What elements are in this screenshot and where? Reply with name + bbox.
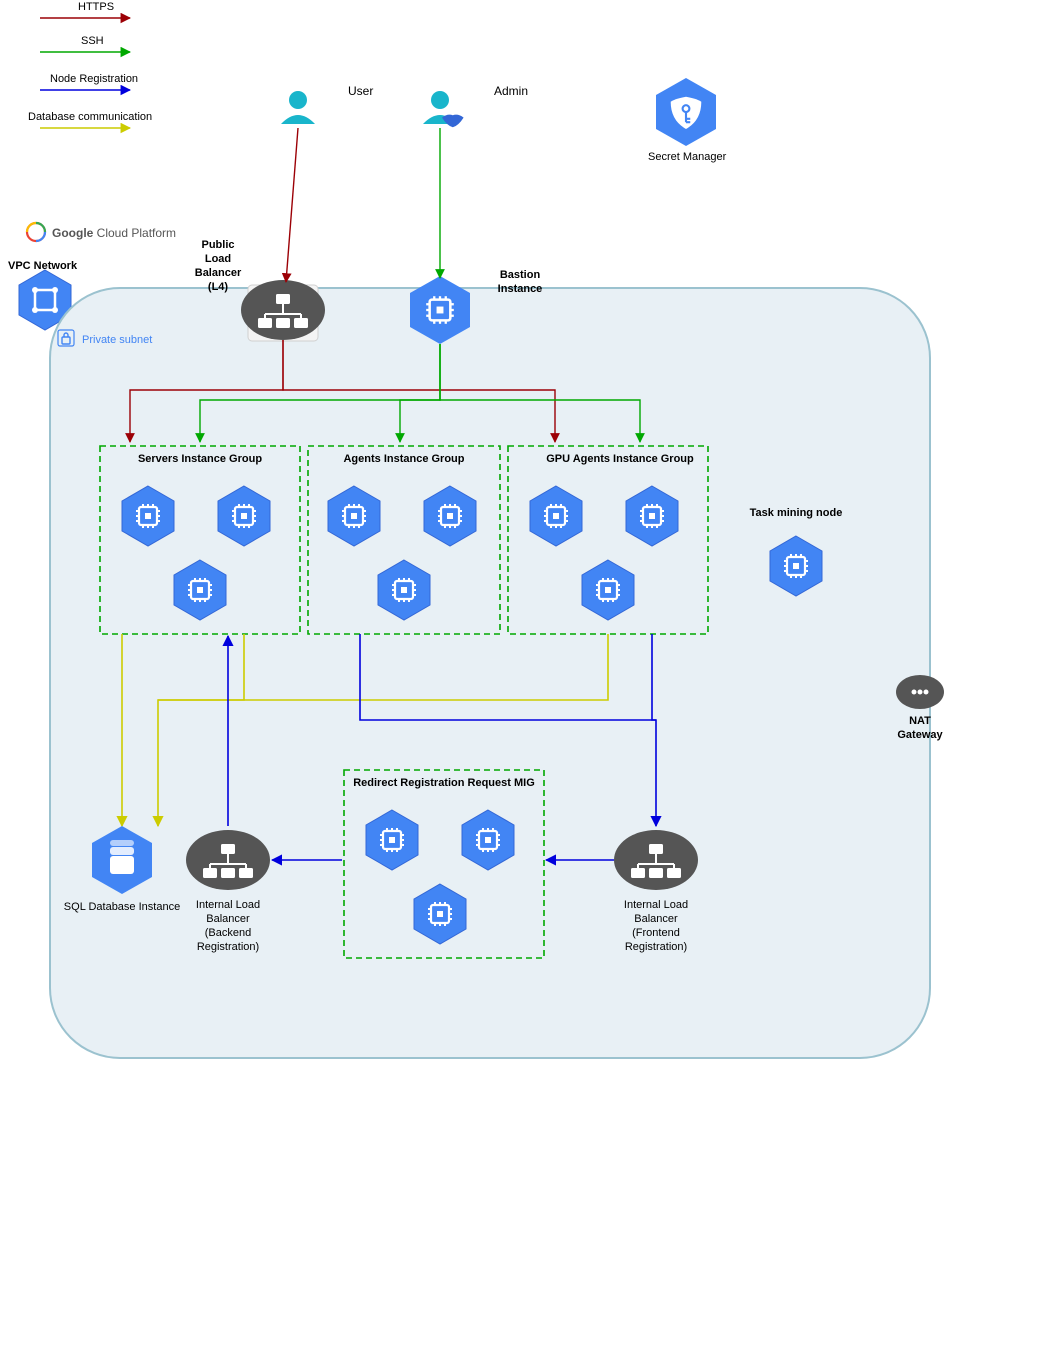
ilb-back-l1: Internal Load <box>196 899 260 911</box>
bastion-l1: Bastion <box>500 269 541 281</box>
architecture-diagram: HTTPS SSH Node Registration Database com… <box>0 0 1057 1372</box>
ilb-back-l2: Balancer <box>206 913 250 925</box>
ilb-front-l2: Balancer <box>634 913 678 925</box>
public-lb-icon <box>241 280 325 340</box>
agents-group-label: Agents Instance Group <box>343 453 464 465</box>
secret-manager-icon <box>656 78 716 146</box>
ilb-back-l4: Registration) <box>197 941 259 953</box>
public-lb-l1: Public <box>201 239 234 251</box>
legend-node-reg: Node Registration <box>50 73 138 85</box>
gcp-brand: Google Cloud Platform <box>52 226 176 240</box>
ilb-front-l3: (Frontend <box>632 927 680 939</box>
edge-user-lb <box>286 128 298 282</box>
redirect-mig-label: Redirect Registration Request MIG <box>353 777 535 789</box>
ilb-front-l4: Registration) <box>625 941 687 953</box>
legend-https: HTTPS <box>78 1 114 13</box>
sql-db-label: SQL Database Instance <box>64 901 180 913</box>
bastion-l2: Instance <box>498 283 543 295</box>
gpu-group-label: GPU Agents Instance Group <box>546 453 694 465</box>
task-mining-label: Task mining node <box>750 507 843 519</box>
ilb-back-l3: (Backend <box>205 927 251 939</box>
public-lb-l4: (L4) <box>208 281 229 293</box>
vpc-panel <box>50 288 930 1058</box>
secret-manager-label: Secret Manager <box>648 151 727 163</box>
admin-icon <box>423 91 464 127</box>
legend-ssh: SSH <box>81 35 104 47</box>
legend-db-comm: Database communication <box>28 111 152 123</box>
ilb-front-l1: Internal Load <box>624 899 688 911</box>
gcp-logo <box>27 223 45 241</box>
vpc-label: VPC Network <box>8 260 78 272</box>
user-label: User <box>348 84 373 98</box>
admin-label: Admin <box>494 84 528 98</box>
user-icon <box>281 91 315 124</box>
public-lb-l2: Load <box>205 253 231 265</box>
nat-icon <box>896 675 944 709</box>
legend: HTTPS SSH Node Registration Database com… <box>28 1 152 128</box>
private-subnet-label: Private subnet <box>82 334 152 346</box>
ilb-frontend-icon <box>614 830 698 890</box>
servers-group-label: Servers Instance Group <box>138 453 262 465</box>
public-lb-l3: Balancer <box>195 267 242 279</box>
nat-l2: Gateway <box>897 729 943 741</box>
nat-l1: NAT <box>909 715 931 727</box>
ilb-backend-icon <box>186 830 270 890</box>
